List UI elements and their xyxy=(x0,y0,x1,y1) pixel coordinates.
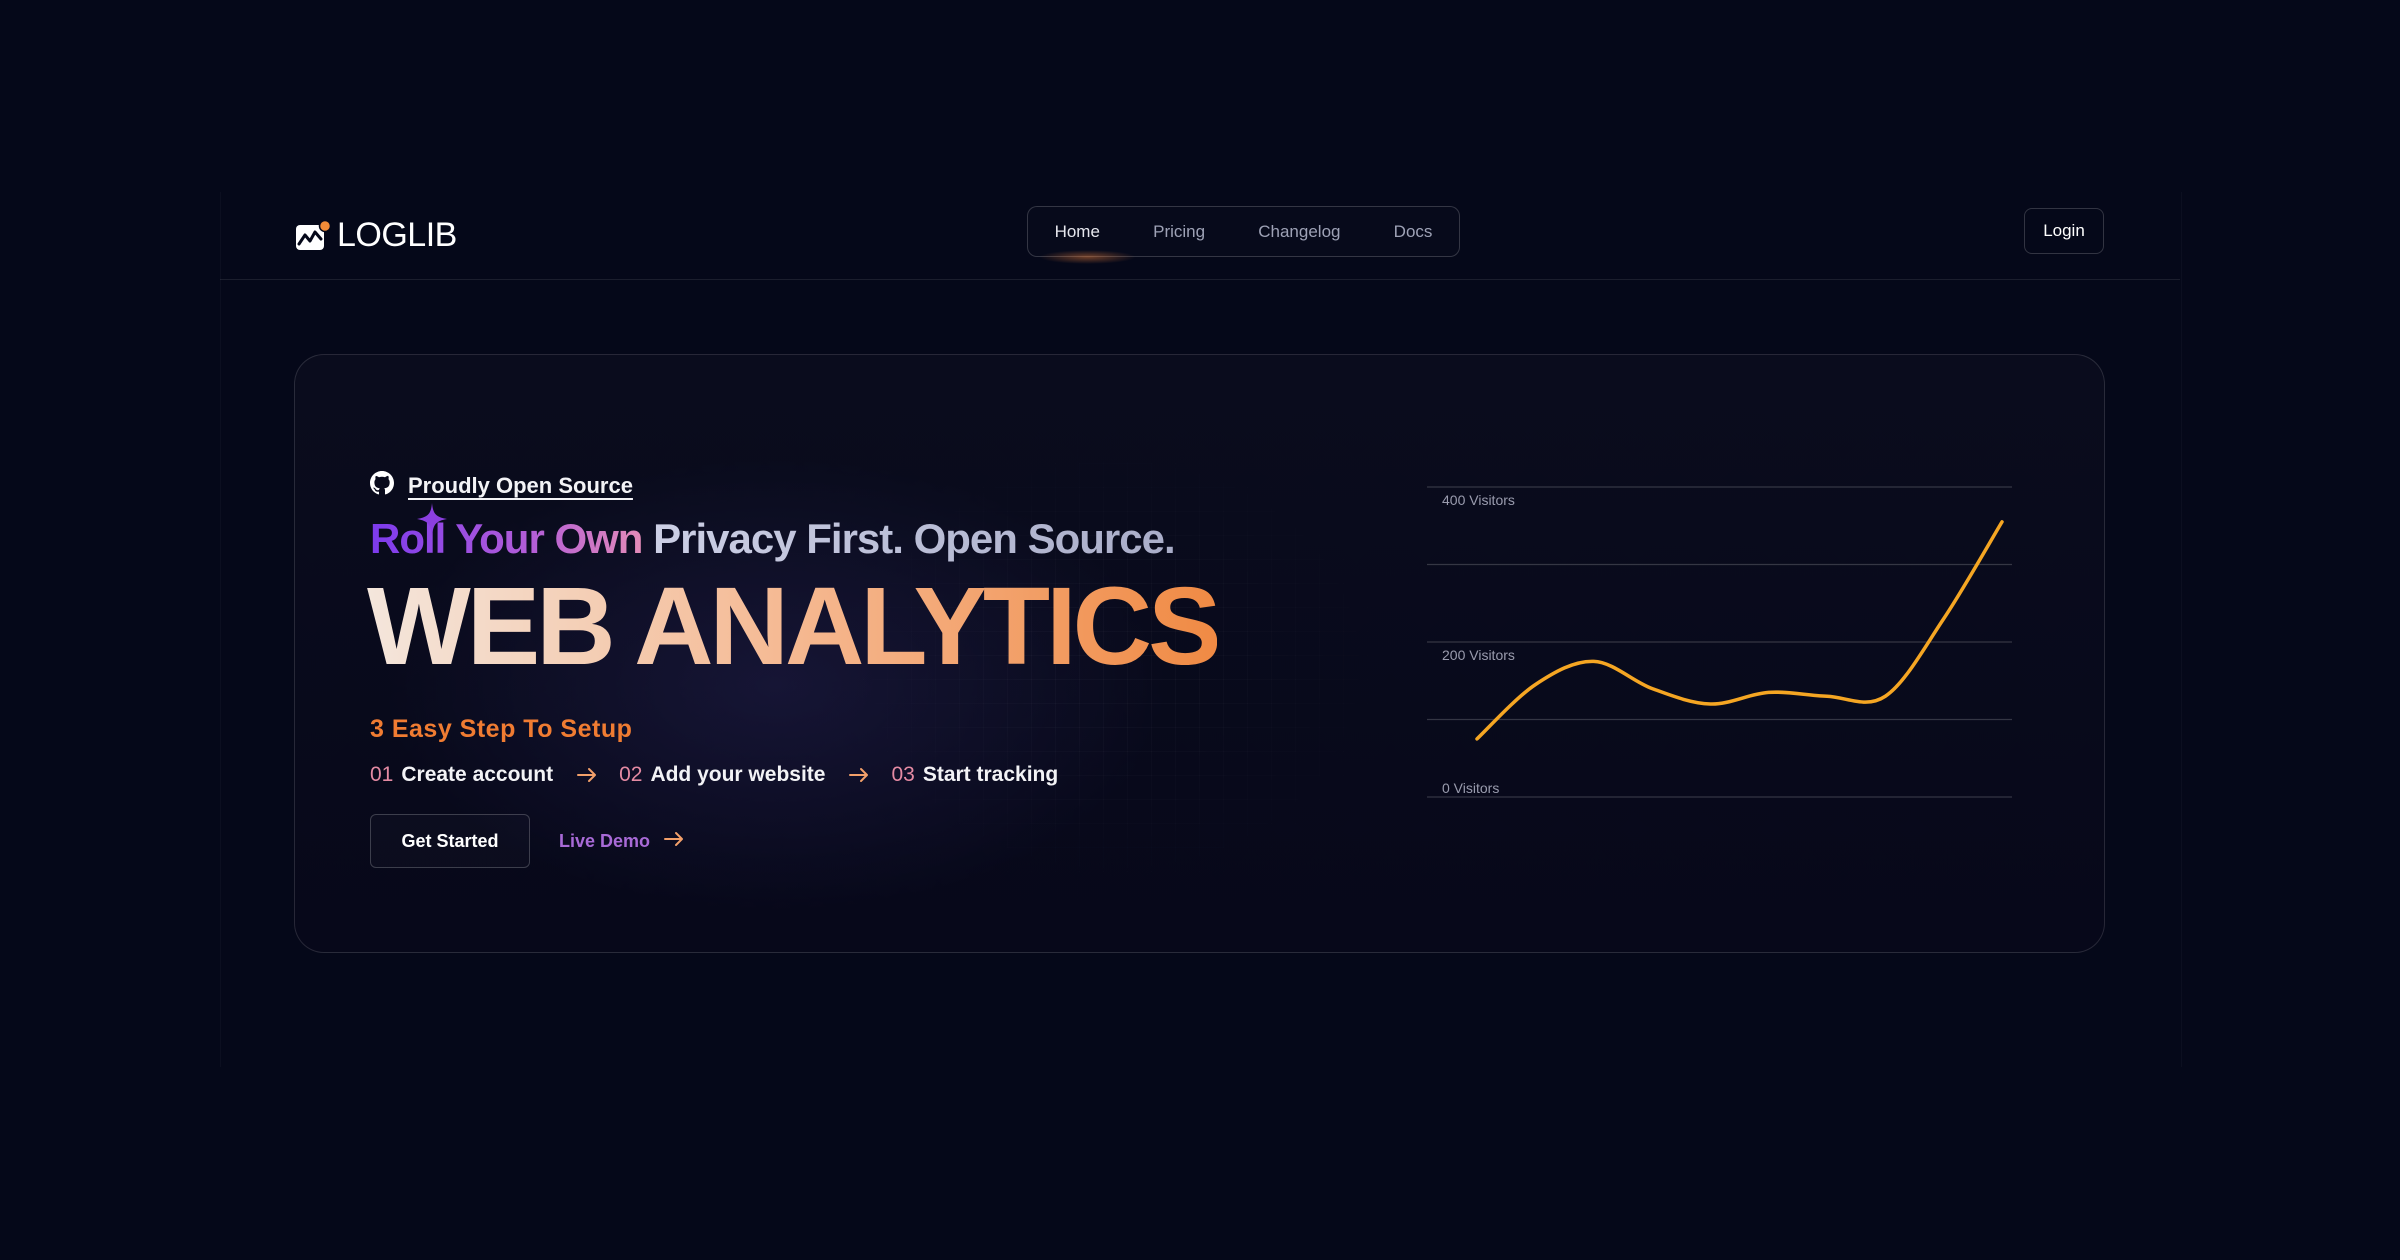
github-icon xyxy=(370,471,394,500)
step-number: 01 xyxy=(370,763,394,786)
arrow-right-icon xyxy=(577,767,597,783)
site-header: LOGLIB Home Pricing Changelog Docs Login xyxy=(220,192,2180,280)
chart-tick-label: 200 Visitors xyxy=(1442,647,1515,663)
nav-item-changelog[interactable]: Changelog xyxy=(1252,210,1346,254)
open-source-link: Proudly Open Source xyxy=(408,472,633,498)
hero-card: Proudly Open Source Roll Your Own Privac… xyxy=(294,354,2105,953)
get-started-button[interactable]: Get Started xyxy=(370,814,530,868)
setup-title: 3 Easy Step To Setup xyxy=(370,715,633,743)
nav-item-docs[interactable]: Docs xyxy=(1388,210,1439,254)
tagline-accent: Roll Your Own xyxy=(370,515,643,562)
chart-tick-label: 0 Visitors xyxy=(1442,780,1499,796)
open-source-badge[interactable]: Proudly Open Source xyxy=(370,471,633,500)
visitors-chart: 400 Visitors 200 Visitors 0 Visitors xyxy=(1427,486,2012,798)
chart-logo-icon xyxy=(295,219,332,250)
chart-tick-label: 400 Visitors xyxy=(1442,492,1515,508)
logo[interactable]: LOGLIB xyxy=(295,215,457,255)
sparkle-icon xyxy=(417,499,447,547)
main-nav: Home Pricing Changelog Docs xyxy=(1027,206,1460,264)
live-demo-link[interactable]: Live Demo xyxy=(559,814,684,868)
setup-steps: 01 Create account 02 Add your website 03… xyxy=(370,763,1058,787)
step-number: 02 xyxy=(619,763,643,786)
tagline: Roll Your Own Privacy First. Open Source… xyxy=(370,503,1176,563)
nav-item-pricing[interactable]: Pricing xyxy=(1147,210,1211,254)
step-label: Add your website xyxy=(650,763,826,786)
tagline-rest: Privacy First. Open Source. xyxy=(642,515,1176,562)
nav-item-home[interactable]: Home xyxy=(1038,210,1137,264)
arrow-right-icon xyxy=(664,831,684,852)
step-label: Create account xyxy=(401,763,554,786)
step-label: Start tracking xyxy=(922,763,1059,786)
arrow-right-icon xyxy=(849,767,869,783)
logo-text: LOGLIB xyxy=(337,215,457,254)
step-number: 03 xyxy=(891,763,915,786)
page-title: WEB ANALYTICS xyxy=(367,565,1221,688)
live-demo-label: Live Demo xyxy=(559,830,651,851)
login-button[interactable]: Login xyxy=(2024,208,2104,254)
chart-series-line xyxy=(1475,520,2004,741)
